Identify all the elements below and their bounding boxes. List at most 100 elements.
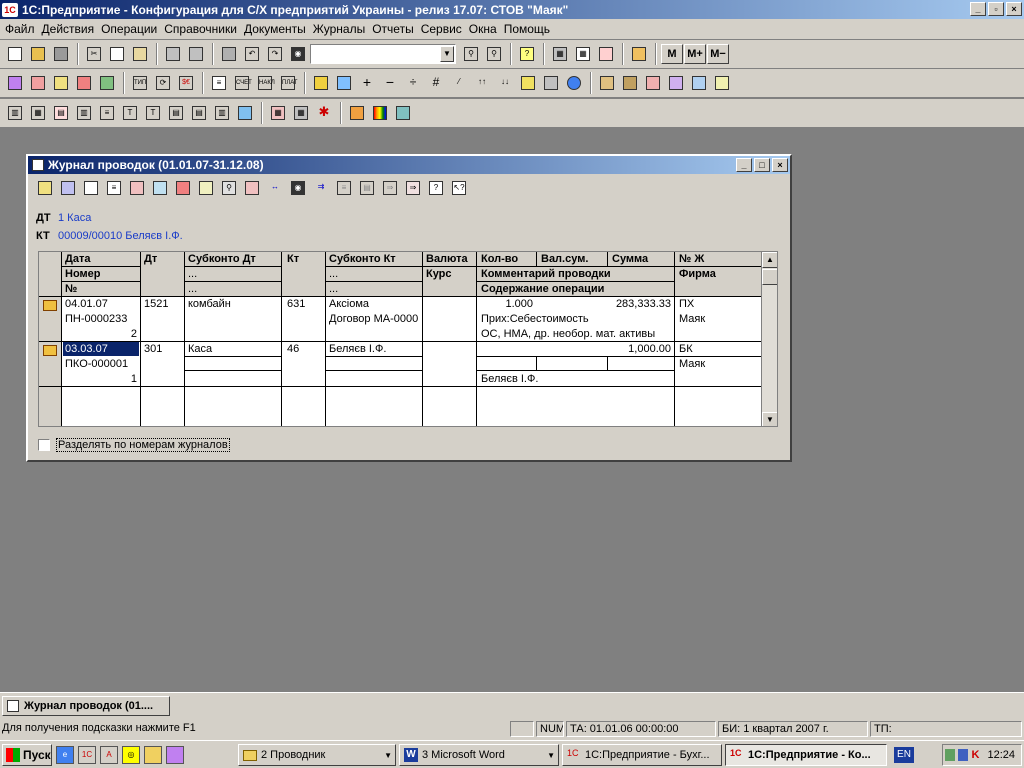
export-icon[interactable]: ⇒ [402, 177, 424, 199]
search-combo[interactable]: ▼ [310, 44, 456, 64]
persons-icon[interactable] [619, 72, 641, 94]
folder-icon[interactable] [144, 745, 162, 764]
calendar-icon[interactable]: ▦ [572, 43, 594, 65]
open-doc-icon[interactable] [80, 177, 102, 199]
col-header-rate[interactable]: Курс [424, 267, 454, 281]
print-icon[interactable] [162, 43, 184, 65]
tray-icon-2[interactable] [958, 749, 969, 761]
doc-3-icon[interactable]: ▤ [50, 102, 72, 124]
app-quick-icon[interactable] [166, 745, 184, 764]
typical-ops-icon[interactable]: ТИП [129, 72, 151, 94]
minus-icon[interactable]: − [379, 72, 401, 94]
payment-icon[interactable]: ПЛАТ [277, 72, 299, 94]
doc-11-icon[interactable] [234, 102, 256, 124]
diagonal-icon[interactable]: ⁄ [448, 72, 470, 94]
col-header-subkonto-dt[interactable]: Субконто Дт [186, 252, 258, 266]
col-header-sum[interactable]: Сумма [610, 252, 650, 266]
mdi-tab-journal[interactable]: Журнал проводок (01.... [2, 696, 170, 716]
ie-icon[interactable]: e [56, 745, 74, 764]
doc-4-icon[interactable]: ▥ [73, 102, 95, 124]
search-doc-icon[interactable]: ⚲ [218, 177, 240, 199]
row1-kt[interactable]: 631 [285, 297, 307, 311]
globe-icon[interactable] [563, 72, 585, 94]
doc-8-icon[interactable]: ▤ [165, 102, 187, 124]
row2-journal-no[interactable]: БК [677, 342, 695, 356]
folder-yellow-icon[interactable] [310, 72, 332, 94]
calculator-icon[interactable]: ▦ [549, 43, 571, 65]
row2-n[interactable]: 1 [63, 372, 139, 386]
col-header-content[interactable]: Содержание операции [479, 282, 606, 296]
row1-subkonto-kt[interactable]: Аксіома [327, 297, 371, 311]
plus-icon[interactable]: + [356, 72, 378, 94]
table-icon[interactable]: ▦ [267, 102, 289, 124]
scroll-up-icon[interactable]: ▲ [762, 252, 777, 268]
invoice-icon[interactable]: НАКЛ [254, 72, 276, 94]
menu-references[interactable]: Справочники [163, 22, 243, 36]
doc-1-icon[interactable]: ▥ [4, 102, 26, 124]
col-header-qty[interactable]: Кол-во [479, 252, 520, 266]
tray-icon-1[interactable] [945, 749, 956, 761]
checkbox-box[interactable] [38, 439, 50, 451]
chart-of-accounts-icon[interactable] [4, 72, 26, 94]
tree-icon[interactable] [96, 72, 118, 94]
print-preview-icon[interactable] [185, 43, 207, 65]
doc-6-icon[interactable]: T [119, 102, 141, 124]
row1-dt[interactable]: 1521 [142, 297, 170, 311]
doc-7-icon[interactable]: T [142, 102, 164, 124]
row1-qty[interactable]: 1.000 [479, 297, 535, 311]
entries-icon[interactable] [50, 72, 72, 94]
menu-file[interactable]: Файл [4, 22, 41, 36]
find-binoculars-icon[interactable]: ◉ [287, 43, 309, 65]
doc-10-icon[interactable]: ▥ [211, 102, 233, 124]
delete-row-icon[interactable] [126, 177, 148, 199]
properties-icon[interactable] [218, 43, 240, 65]
row2-firm[interactable]: Маяк [677, 357, 707, 371]
row1-content[interactable]: ОС, НМА, др. необор. мат. активы [479, 327, 673, 341]
redo-icon[interactable]: ↷ [264, 43, 286, 65]
undo-icon[interactable]: ↶ [241, 43, 263, 65]
find-replace-icon[interactable]: ⚲ [483, 43, 505, 65]
doc-2-icon[interactable]: ▦ [27, 102, 49, 124]
chart-icon[interactable] [346, 102, 368, 124]
window-help-icon[interactable]: ? [425, 177, 447, 199]
start-button[interactable]: Пуск [2, 743, 52, 766]
operations-icon[interactable] [27, 72, 49, 94]
col-header-num[interactable]: № [63, 282, 79, 296]
register-icon[interactable] [195, 177, 217, 199]
person-icon[interactable] [596, 72, 618, 94]
row2-dt[interactable]: 301 [142, 342, 164, 356]
cash-register-icon[interactable] [540, 72, 562, 94]
account-icon[interactable]: СЧЕТ [231, 72, 253, 94]
tool-a-icon[interactable] [642, 72, 664, 94]
row2-content[interactable]: Беляєв І.Ф. [479, 372, 540, 386]
save-icon[interactable] [50, 43, 72, 65]
arrows-up-icon[interactable]: ↑↑ [471, 72, 493, 94]
row2-subkonto-dt[interactable]: Каса [186, 342, 214, 356]
grid-icon[interactable]: ▦ [290, 102, 312, 124]
level-icon[interactable]: ⇒ [379, 177, 401, 199]
close-button[interactable]: × [1006, 2, 1022, 16]
hash-icon[interactable]: # [425, 72, 447, 94]
checkbox-label[interactable]: Разделять по номерам журналов [56, 438, 230, 452]
menu-operations[interactable]: Операции [100, 22, 163, 36]
row2-sum[interactable]: 1,000.00 [610, 342, 673, 356]
memory-button[interactable]: M [661, 44, 683, 64]
binoculars-icon[interactable]: ◉ [287, 177, 309, 199]
menu-journals[interactable]: Журналы [312, 22, 371, 36]
filter-icon[interactable] [241, 177, 263, 199]
kaspersky-icon[interactable]: K [971, 749, 981, 761]
doc-9-icon[interactable]: ▤ [188, 102, 210, 124]
row1-comment[interactable]: Прих:Себестоимость [479, 312, 591, 326]
doc-list-icon[interactable]: ≡ [103, 177, 125, 199]
window-maximize-button[interactable]: □ [754, 158, 770, 172]
row2-date[interactable]: 03.03.07 [63, 342, 110, 356]
report-icon[interactable]: ≡ [208, 72, 230, 94]
flower-icon[interactable]: ✱ [313, 102, 335, 124]
chevron-down-icon[interactable]: ▼ [440, 46, 454, 62]
tips-icon[interactable] [595, 43, 617, 65]
col-header-currency[interactable]: Валюта [424, 252, 470, 266]
move-icon[interactable]: ⇉ [310, 177, 332, 199]
task-word[interactable]: W 3 Microsoft Word ▼ [399, 744, 559, 766]
tool-b-icon[interactable] [665, 72, 687, 94]
col-header-date[interactable]: Дата [63, 252, 92, 266]
